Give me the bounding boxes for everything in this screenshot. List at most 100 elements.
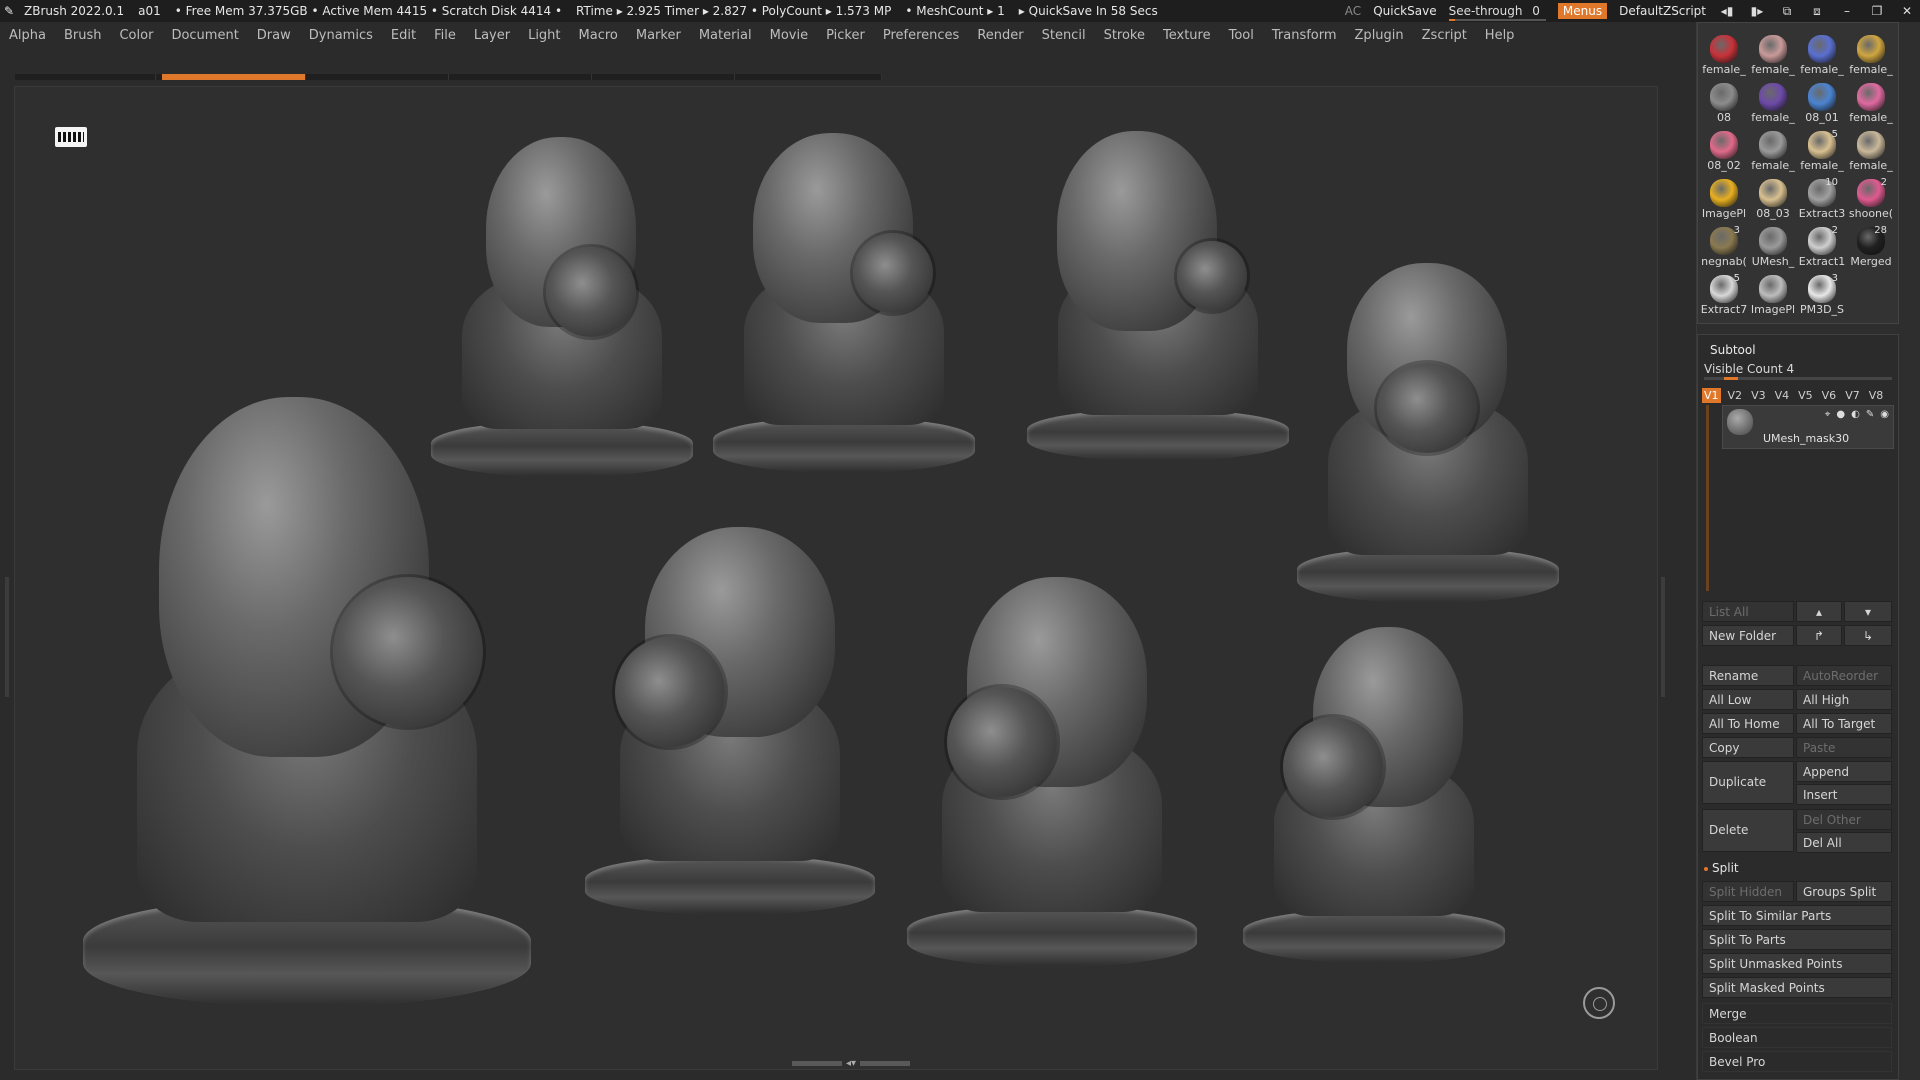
del-other-button[interactable]: Del Other: [1796, 809, 1892, 830]
tool-thumbnail-item[interactable]: female_: [1798, 31, 1846, 77]
bust-model[interactable]: [1027, 131, 1289, 461]
shelf-slot[interactable]: [448, 74, 592, 80]
groups-split-button[interactable]: Groups Split: [1796, 881, 1892, 902]
tool-thumbnail-item[interactable]: female_: [1749, 31, 1797, 77]
folder-out-arrow-icon[interactable]: ↳: [1844, 625, 1892, 646]
menu-picker[interactable]: Picker: [817, 28, 874, 43]
visibility-tab-v2[interactable]: V2: [1726, 388, 1745, 403]
polypaint-icon[interactable]: ⌖: [1825, 409, 1831, 420]
bottom-tray-handle[interactable]: ◂▾: [787, 1058, 915, 1069]
quick-shelf[interactable]: [15, 74, 882, 80]
menu-draw[interactable]: Draw: [248, 28, 300, 43]
menu-stroke[interactable]: Stroke: [1095, 28, 1154, 43]
layout-left-icon[interactable]: ◂▮: [1718, 4, 1736, 18]
all-to-target-button[interactable]: All To Target: [1796, 713, 1892, 734]
bust-model[interactable]: [585, 527, 875, 915]
tool-thumbnail-item[interactable]: PM3D_S 3: [1798, 271, 1846, 317]
see-through-slider[interactable]: See-through 0: [1448, 4, 1546, 21]
tool-thumbnail-item[interactable]: 08_03: [1749, 175, 1797, 221]
tool-thumbnail-item[interactable]: 08_02: [1700, 127, 1748, 173]
visibility-tab-v3[interactable]: V3: [1749, 388, 1768, 403]
menu-zplugin[interactable]: Zplugin: [1346, 28, 1413, 43]
shelf-slot[interactable]: [15, 74, 156, 80]
split-section-header[interactable]: Split: [1704, 861, 1739, 875]
shelf-slot[interactable]: [305, 74, 449, 80]
tool-thumbnail-item[interactable]: female_: [1847, 127, 1895, 173]
copy-button[interactable]: Copy: [1702, 737, 1794, 758]
menu-light[interactable]: Light: [519, 28, 569, 43]
eye-icon[interactable]: ◉: [1880, 409, 1889, 420]
bust-model[interactable]: [713, 133, 975, 473]
tool-thumbnail-item[interactable]: Extract3 10: [1798, 175, 1846, 221]
visibility-tab-v8[interactable]: V8: [1867, 388, 1886, 403]
menu-marker[interactable]: Marker: [627, 28, 690, 43]
del-all-button[interactable]: Del All: [1796, 832, 1892, 853]
tool-thumbnail-item[interactable]: female_: [1847, 79, 1895, 125]
folder-arrow-icon[interactable]: ↱: [1796, 625, 1842, 646]
menu-layer[interactable]: Layer: [465, 28, 519, 43]
visible-count-slider[interactable]: [1704, 377, 1892, 380]
bevel-pro-section-header[interactable]: Bevel Pro: [1702, 1051, 1892, 1072]
tool-thumbnail-item[interactable]: female_: [1749, 79, 1797, 125]
menu-zscript[interactable]: Zscript: [1413, 28, 1476, 43]
expand-arrows-icon[interactable]: ◂▾: [846, 1058, 856, 1069]
menu-tool[interactable]: Tool: [1220, 28, 1263, 43]
toggle-icon[interactable]: ●: [1836, 409, 1845, 420]
paste-button[interactable]: Paste: [1796, 737, 1892, 758]
new-folder-button[interactable]: New Folder: [1702, 625, 1794, 646]
tool-thumbnail-item[interactable]: ImagePl: [1700, 175, 1748, 221]
split-unmasked-points-button[interactable]: Split Unmasked Points: [1702, 953, 1892, 974]
tool-thumbnail-item[interactable]: female_ 5: [1798, 127, 1846, 173]
append-button[interactable]: Append: [1796, 761, 1892, 782]
subtool-title[interactable]: Subtool: [1710, 343, 1756, 357]
tool-thumbnail-item[interactable]: female_: [1700, 31, 1748, 77]
bust-model[interactable]: [907, 577, 1197, 967]
visibility-tab-v7[interactable]: V7: [1843, 388, 1862, 403]
menu-preferences[interactable]: Preferences: [874, 28, 968, 43]
menu-render[interactable]: Render: [968, 28, 1032, 43]
menu-transform[interactable]: Transform: [1263, 28, 1346, 43]
autoreorder-button[interactable]: AutoReorder: [1796, 665, 1892, 686]
minimize-icon[interactable]: –: [1838, 4, 1856, 18]
menu-dynamics[interactable]: Dynamics: [300, 28, 382, 43]
restore-icon[interactable]: ❐: [1868, 4, 1886, 18]
boolean-section-header[interactable]: Boolean: [1702, 1027, 1892, 1048]
tool-thumbnail-item[interactable]: UMesh_: [1749, 223, 1797, 269]
all-high-button[interactable]: All High: [1796, 689, 1892, 710]
shelf-slot[interactable]: [591, 74, 735, 80]
split-similar-parts-button[interactable]: Split To Similar Parts: [1702, 905, 1892, 926]
split-hidden-button[interactable]: Split Hidden: [1702, 881, 1794, 902]
folder-icon[interactable]: ◐: [1851, 409, 1860, 420]
duplicate-button[interactable]: Duplicate: [1702, 761, 1794, 804]
merge-section-header[interactable]: Merge: [1702, 1003, 1892, 1024]
visibility-tab-v6[interactable]: V6: [1820, 388, 1839, 403]
menu-edit[interactable]: Edit: [382, 28, 425, 43]
all-to-home-button[interactable]: All To Home: [1702, 713, 1794, 734]
menu-alpha[interactable]: Alpha: [0, 28, 55, 43]
bust-model[interactable]: [431, 137, 693, 477]
shelf-slot[interactable]: [734, 74, 882, 80]
tool-thumbnail-item[interactable]: female_: [1749, 127, 1797, 173]
move-up-arrow-icon[interactable]: ▴: [1796, 601, 1842, 622]
tool-thumbnail-item[interactable]: female_: [1847, 31, 1895, 77]
visibility-tab-v4[interactable]: V4: [1773, 388, 1792, 403]
menu-material[interactable]: Material: [690, 28, 761, 43]
menu-file[interactable]: File: [425, 28, 465, 43]
film-clapper-icon[interactable]: [55, 127, 87, 147]
insert-button[interactable]: Insert: [1796, 784, 1892, 805]
window-layout-icon[interactable]: ⧉: [1778, 4, 1796, 19]
menus-toggle-button[interactable]: Menus: [1557, 3, 1608, 19]
tool-thumbnail-item[interactable]: 08: [1700, 79, 1748, 125]
window-tile-icon[interactable]: ⧈: [1808, 4, 1826, 19]
layout-right-icon[interactable]: ▮▸: [1748, 4, 1766, 18]
quicksave-button[interactable]: QuickSave: [1373, 4, 1436, 18]
bust-model-large[interactable]: [83, 397, 531, 1007]
bust-model[interactable]: [1243, 627, 1505, 963]
tool-thumbnail-item[interactable]: ImagePl: [1749, 271, 1797, 317]
shelf-slot-active[interactable]: [162, 74, 306, 80]
menu-help[interactable]: Help: [1476, 28, 1524, 43]
brush-icon[interactable]: ✎: [1866, 409, 1874, 420]
split-to-parts-button[interactable]: Split To Parts: [1702, 929, 1892, 950]
tool-thumbnail-item[interactable]: 08_01: [1798, 79, 1846, 125]
delete-button[interactable]: Delete: [1702, 809, 1794, 852]
